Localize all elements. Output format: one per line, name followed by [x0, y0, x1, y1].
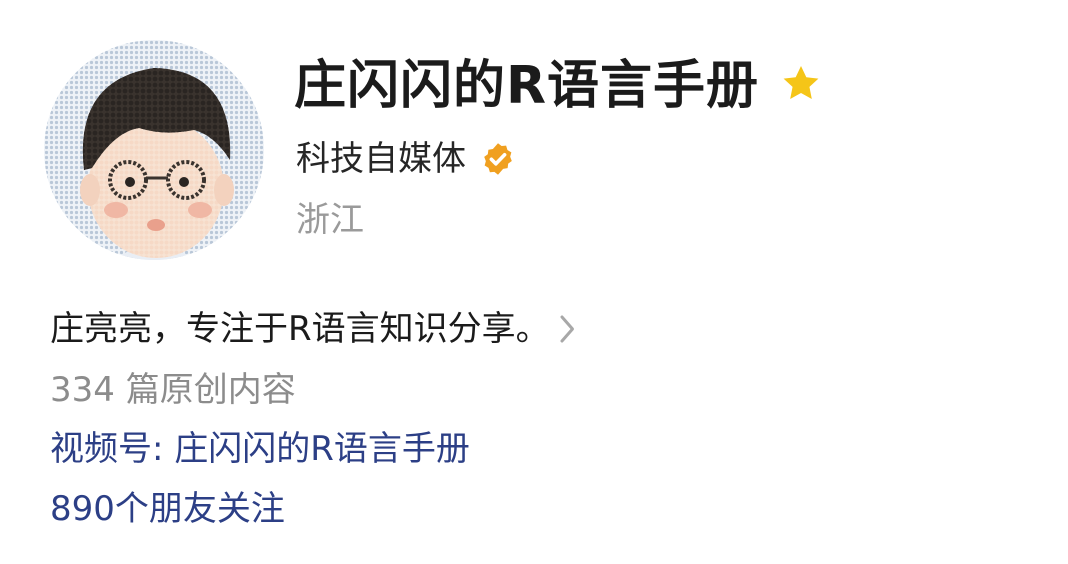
profile-name: 庄闪闪的R语言手册 [294, 56, 760, 116]
account-type-row: 科技自媒体 [296, 135, 516, 183]
video-channel-link[interactable]: 视频号: 庄闪闪的R语言手册 [50, 424, 470, 474]
chevron-right-icon [558, 314, 578, 344]
region: 浙江 [296, 200, 364, 240]
bio-row[interactable]: 庄亮亮，专注于R语言知识分享。 [50, 304, 578, 354]
followers-count[interactable]: 890个朋友关注 [50, 484, 285, 534]
account-type: 科技自媒体 [296, 139, 466, 179]
bio: 庄亮亮，专注于R语言知识分享。 [50, 309, 550, 349]
profile-header: 庄闪闪的R语言手册 [294, 50, 823, 122]
avatar[interactable] [44, 40, 264, 260]
original-articles-count[interactable]: 334 篇原创内容 [50, 365, 296, 415]
verified-badge-icon[interactable] [480, 141, 516, 177]
star-icon[interactable] [779, 62, 823, 106]
